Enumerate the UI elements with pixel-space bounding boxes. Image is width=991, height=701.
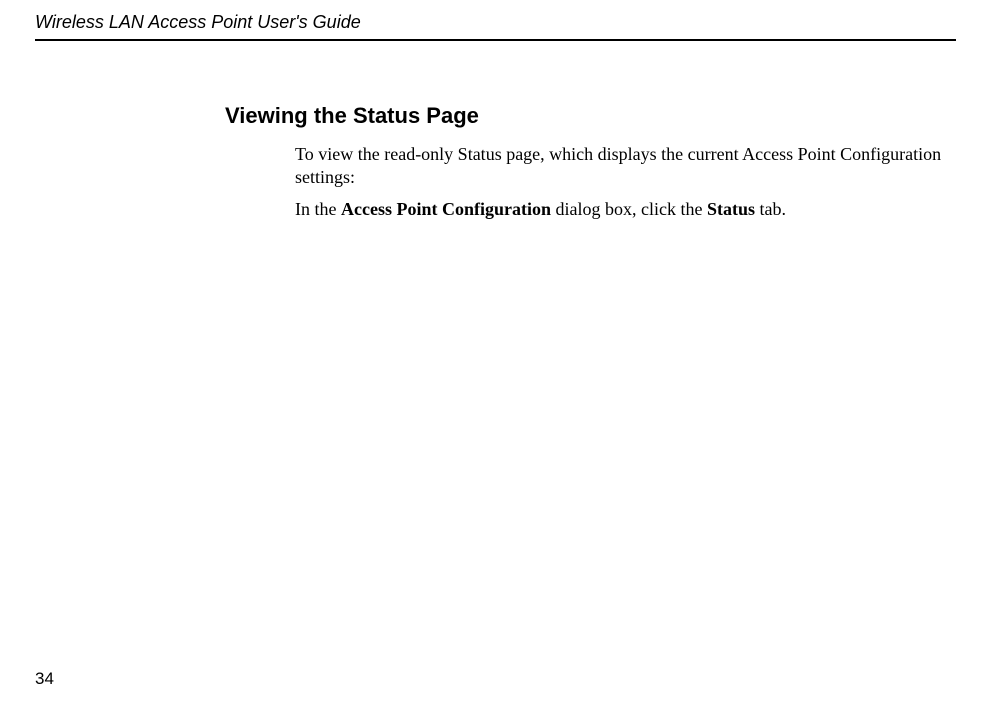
p2-bold1: Access Point Configuration: [341, 199, 551, 219]
content-area: Viewing the Status Page To view the read…: [35, 103, 956, 221]
body-text: To view the read-only Status page, which…: [225, 143, 956, 221]
p2-bold2: Status: [707, 199, 755, 219]
header-title: Wireless LAN Access Point User's Guide: [35, 12, 361, 32]
paragraph-1: To view the read-only Status page, which…: [295, 143, 946, 190]
page-number: 34: [35, 669, 54, 689]
page-container: Wireless LAN Access Point User's Guide V…: [0, 0, 991, 701]
section-heading: Viewing the Status Page: [225, 103, 956, 129]
document-header: Wireless LAN Access Point User's Guide: [35, 12, 956, 41]
paragraph-2: In the Access Point Configuration dialog…: [295, 198, 946, 221]
p2-mid: dialog box, click the: [551, 199, 707, 219]
p2-prefix: In the: [295, 199, 341, 219]
p2-suffix: tab.: [755, 199, 786, 219]
